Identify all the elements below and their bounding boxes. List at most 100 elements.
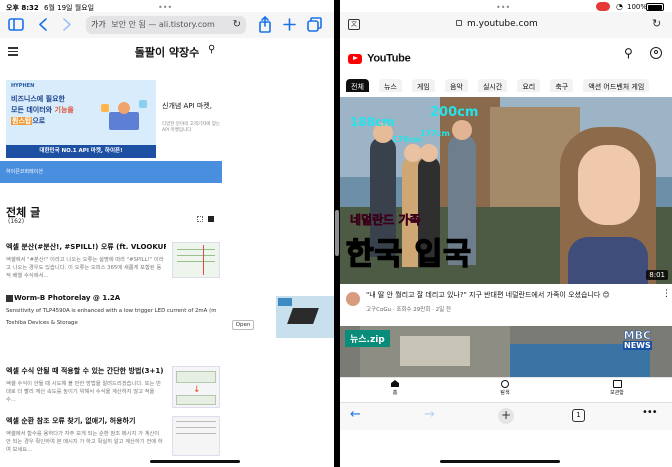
post-excerpt: 엑셀 수식이 안될 때 시도해 볼 만한 방법을 알려드리겠습니다. 또는 반대… bbox=[6, 381, 161, 403]
chip-news[interactable]: 뉴스 bbox=[378, 79, 402, 92]
inline-ad-image bbox=[276, 296, 334, 338]
battery-percent: 100% bbox=[627, 3, 648, 11]
post-item[interactable]: 엑셀 수식 안될 때 적용할 수 있는 간단한 방법(3+1) 엑셀 수식이 안… bbox=[6, 366, 220, 408]
chip-action-adventure[interactable]: 액션 어드벤처 게임 bbox=[583, 79, 650, 92]
multitask-dots-left[interactable]: ••• bbox=[158, 3, 172, 12]
reload-icon[interactable]: ↻ bbox=[233, 16, 241, 34]
ad-side-title[interactable]: 신개념 API 마켓, bbox=[162, 101, 212, 111]
compass-icon bbox=[501, 380, 509, 388]
url-text[interactable]: m.youtube.com bbox=[467, 19, 538, 29]
multitask-dots-right[interactable]: ••• bbox=[496, 3, 510, 12]
sidebar-icon[interactable] bbox=[8, 18, 24, 31]
post-item[interactable]: 엑셀 순환 참조 오류 찾기, 없애기, 허용하기 엑셀에서 함수를 용하다가 … bbox=[6, 416, 220, 456]
nav-library[interactable]: 보관함 bbox=[606, 380, 628, 396]
chip-game[interactable]: 게임 bbox=[411, 79, 435, 92]
back-icon[interactable]: ← bbox=[350, 407, 361, 422]
address-bar[interactable]: 가가 보안 안 됨 — ali.tistory.com ↻ bbox=[86, 16, 246, 34]
share-icon[interactable] bbox=[258, 16, 272, 33]
forward-icon[interactable]: → bbox=[424, 407, 435, 422]
ad-blue-bar[interactable]: 하이픈코퍼레이션 bbox=[0, 161, 222, 183]
ad-bar-text: 하이픈코퍼레이션 bbox=[6, 169, 43, 175]
more-options-icon[interactable]: ⋮ bbox=[662, 290, 671, 299]
forward-icon[interactable] bbox=[62, 18, 72, 31]
overlay-title: 한국 입국 bbox=[345, 236, 472, 273]
youtube-bottom-nav: 홈 탐색 보관함 bbox=[340, 377, 672, 401]
reload-icon[interactable]: ↻ bbox=[652, 17, 661, 30]
post-thumbnail: ↓ bbox=[172, 366, 220, 408]
record-icon bbox=[596, 2, 610, 11]
youtube-logo[interactable]: YouTube bbox=[348, 48, 411, 67]
thumb-woman-face bbox=[560, 127, 656, 284]
ad-banner[interactable]: HYPHEN 비즈니스에 필요한 모든 데이터와 기능을 원스탑으로 대한민국 … bbox=[6, 80, 156, 158]
search-icon[interactable]: ⚲ bbox=[624, 46, 633, 60]
new-tab-icon[interactable] bbox=[283, 18, 296, 31]
ad-line3: 원스탑으로 bbox=[11, 117, 46, 125]
battery-icon bbox=[646, 3, 664, 11]
post-excerpt: 엑셀에서 "#분산!" 이라고 나오는 오류는 설명에 따라 "#SPILL!"… bbox=[6, 257, 164, 279]
address-text: 보안 안 됨 — ali.tistory.com bbox=[111, 20, 215, 29]
nav-explore[interactable]: 탐색 bbox=[494, 380, 516, 396]
video-meta: 고구CoGu · 조회수 29만회 · 2일 전 bbox=[366, 307, 451, 313]
url-bar-area: 文 m.youtube.com ↻ bbox=[340, 12, 672, 38]
video-duration: 8:01 bbox=[646, 270, 668, 280]
search-icon[interactable]: ⚲ bbox=[208, 44, 215, 55]
home-indicator bbox=[150, 460, 240, 463]
post-title[interactable]: 엑셀 수식 안될 때 적용할 수 있는 간단한 방법(3+1) bbox=[6, 366, 166, 376]
post-item[interactable]: 엑셀 분산(#분산!, #SPILL!) 오류 (ft. VLOOKUP) 엑셀… bbox=[6, 242, 220, 280]
translate-icon[interactable]: 文 bbox=[348, 19, 360, 30]
list-view-icon[interactable] bbox=[208, 216, 214, 222]
height-label-176: 176cm bbox=[392, 135, 422, 144]
safari-toolbar: 가가 보안 안 됨 — ali.tistory.com ↻ bbox=[0, 12, 334, 38]
chip-music[interactable]: 음악 bbox=[444, 79, 468, 92]
mbc-news-logo: MBC NEWS bbox=[623, 329, 652, 350]
inline-ad-open-button[interactable]: Open bbox=[232, 320, 254, 330]
inline-ad-desc: Sensitivity of TLP4590A is enhanced with… bbox=[6, 308, 216, 314]
library-icon bbox=[612, 380, 622, 388]
post-title[interactable]: 엑셀 분산(#분산!, #SPILL!) 오류 (ft. VLOOKUP) bbox=[6, 242, 166, 252]
home-indicator bbox=[440, 460, 560, 463]
overlay-subtitle: 네덜란드 가족 bbox=[350, 213, 421, 228]
status-bar: 오후 8:32 6월 19일 월요일 ◔ 100% bbox=[0, 0, 672, 14]
post-title[interactable]: 엑셀 순환 참조 오류 찾기, 없애기, 허용하기 bbox=[6, 416, 166, 426]
ad-side-desc: 다양한 분야의 고객기자에 맞는 API 마켓입니다. bbox=[162, 122, 221, 133]
tab-count-button[interactable]: 1 bbox=[572, 409, 585, 422]
chip-live[interactable]: 실시간 bbox=[477, 79, 508, 92]
more-icon[interactable]: ••• bbox=[642, 407, 658, 418]
height-label-177: 177cm bbox=[420, 129, 450, 138]
divider-grip[interactable] bbox=[335, 210, 339, 256]
chip-all[interactable]: 전체 bbox=[346, 79, 369, 92]
wifi-icon: ◔ bbox=[616, 2, 623, 11]
ad-bottom-bar: 대한민국 NO.1 API 마켓, 하이픈! bbox=[6, 145, 156, 158]
safari-bottom-toolbar: ← → + 1 ••• bbox=[340, 402, 672, 430]
youtube-play-icon bbox=[348, 53, 362, 64]
ad-line2: 모든 데이터와 기능을 bbox=[11, 106, 74, 114]
status-time: 오후 8:32 bbox=[6, 4, 39, 12]
account-icon[interactable] bbox=[650, 47, 662, 59]
reader-text-size[interactable]: 가가 bbox=[91, 20, 106, 29]
status-date: 6월 19일 월요일 bbox=[44, 4, 95, 12]
nav-home[interactable]: 홈 bbox=[384, 380, 406, 396]
post-excerpt: 엑셀에서 함수를 용하다가 자주 보게 되는 순환 참조 메시지 가 계산이 안… bbox=[6, 431, 163, 453]
new-tab-icon[interactable]: + bbox=[498, 408, 514, 424]
ad-brand: HYPHEN bbox=[11, 83, 35, 89]
back-icon[interactable] bbox=[38, 18, 48, 31]
inline-ad-logo bbox=[6, 294, 13, 302]
post-thumbnail bbox=[172, 242, 220, 278]
chip-cooking[interactable]: 요리 bbox=[517, 79, 541, 92]
tabs-icon[interactable] bbox=[307, 17, 322, 32]
channel-avatar[interactable] bbox=[346, 292, 360, 306]
video-thumbnail[interactable]: 188cm 200cm 176cm 177cm 네덜란드 가족 한국 입국 8:… bbox=[340, 97, 672, 284]
grid-view-icon[interactable] bbox=[197, 216, 203, 222]
post-thumbnail bbox=[172, 416, 220, 456]
right-safari-pane: 文 m.youtube.com ↻ YouTube ⚲ 전체 뉴스 게임 음악 … bbox=[340, 0, 672, 467]
height-label-200: 200cm bbox=[430, 105, 479, 120]
video-thumbnail[interactable]: 뉴스.zip MBC NEWS bbox=[340, 326, 672, 378]
video-title[interactable]: "내 딸 안 뭘리고 잘 데리고 있나?" 지구 반대편 네덜란드에서 가족이 … bbox=[366, 291, 656, 300]
chip-soccer[interactable]: 축구 bbox=[550, 79, 574, 92]
ad-line1: 비즈니스에 필요한 bbox=[11, 95, 65, 103]
blog-title[interactable]: 돌팔이 약장수 bbox=[0, 44, 334, 60]
lock-icon bbox=[456, 20, 462, 26]
inline-ad[interactable]: Worm-B Photorelay @ 1.2A Sensitivity of … bbox=[6, 294, 334, 344]
category-chips: 전체 뉴스 게임 음악 실시간 요리 축구 액션 어드벤처 게임 bbox=[346, 74, 672, 92]
section-count: (162) bbox=[8, 218, 25, 225]
